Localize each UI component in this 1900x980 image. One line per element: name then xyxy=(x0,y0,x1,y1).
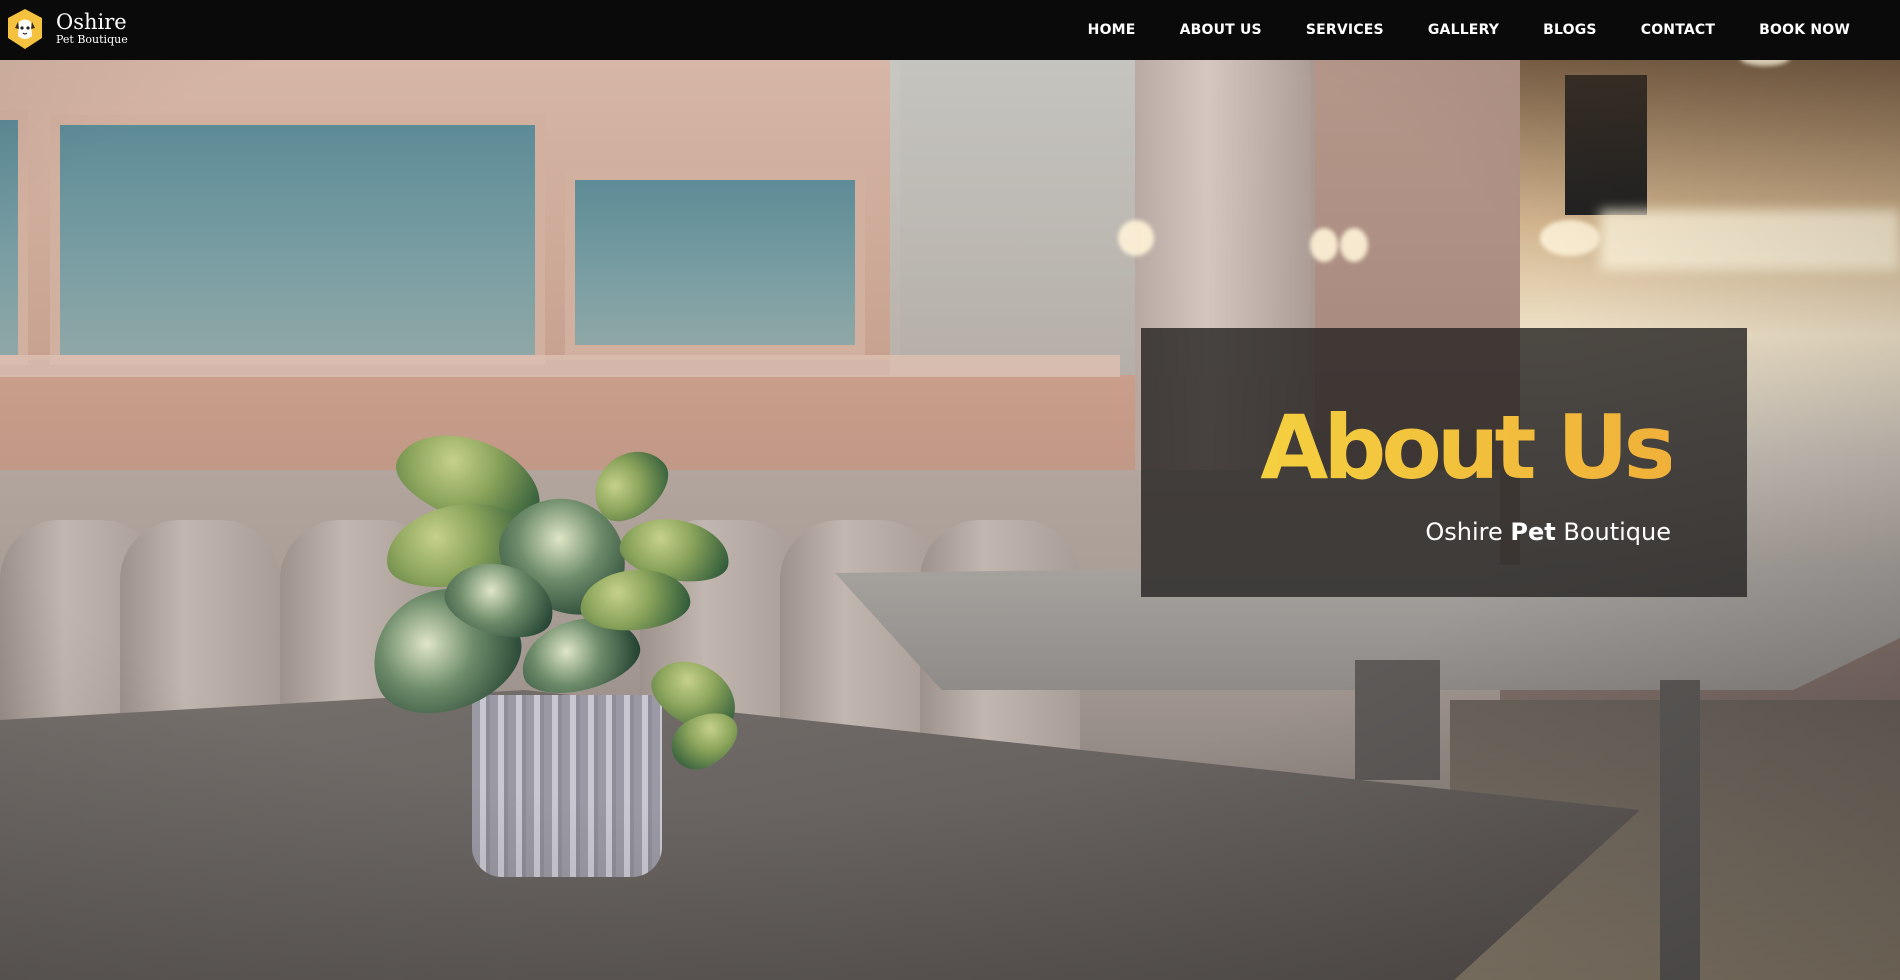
nav-contact[interactable]: CONTACT xyxy=(1641,22,1715,38)
hero-title-card: About Us Oshire Pet Boutique xyxy=(1141,328,1747,597)
nav-about-us[interactable]: ABOUT US xyxy=(1180,22,1262,38)
brand-tagline: Pet Boutique xyxy=(56,33,128,46)
nav-blogs[interactable]: BLOGS xyxy=(1543,22,1597,38)
dog-shield-logo-icon xyxy=(6,8,44,50)
subtitle-suffix: Boutique xyxy=(1555,518,1671,546)
top-navbar: Oshire Pet Boutique HOME ABOUT US SERVIC… xyxy=(0,0,1900,60)
brand-logo-link[interactable]: Oshire Pet Boutique xyxy=(6,8,128,50)
page-subtitle: Oshire Pet Boutique xyxy=(1425,518,1671,546)
nav-book-now[interactable]: BOOK NOW xyxy=(1759,22,1850,38)
nav-gallery[interactable]: GALLERY xyxy=(1428,22,1499,38)
subtitle-strong: Pet xyxy=(1510,518,1556,546)
main-nav: HOME ABOUT US SERVICES GALLERY BLOGS CON… xyxy=(1044,0,1850,60)
nav-services[interactable]: SERVICES xyxy=(1306,22,1384,38)
page-title: About Us xyxy=(1260,396,1676,499)
brand-name: Oshire xyxy=(56,10,127,34)
subtitle-brand: Oshire xyxy=(1425,518,1511,546)
nav-home[interactable]: HOME xyxy=(1088,22,1136,38)
